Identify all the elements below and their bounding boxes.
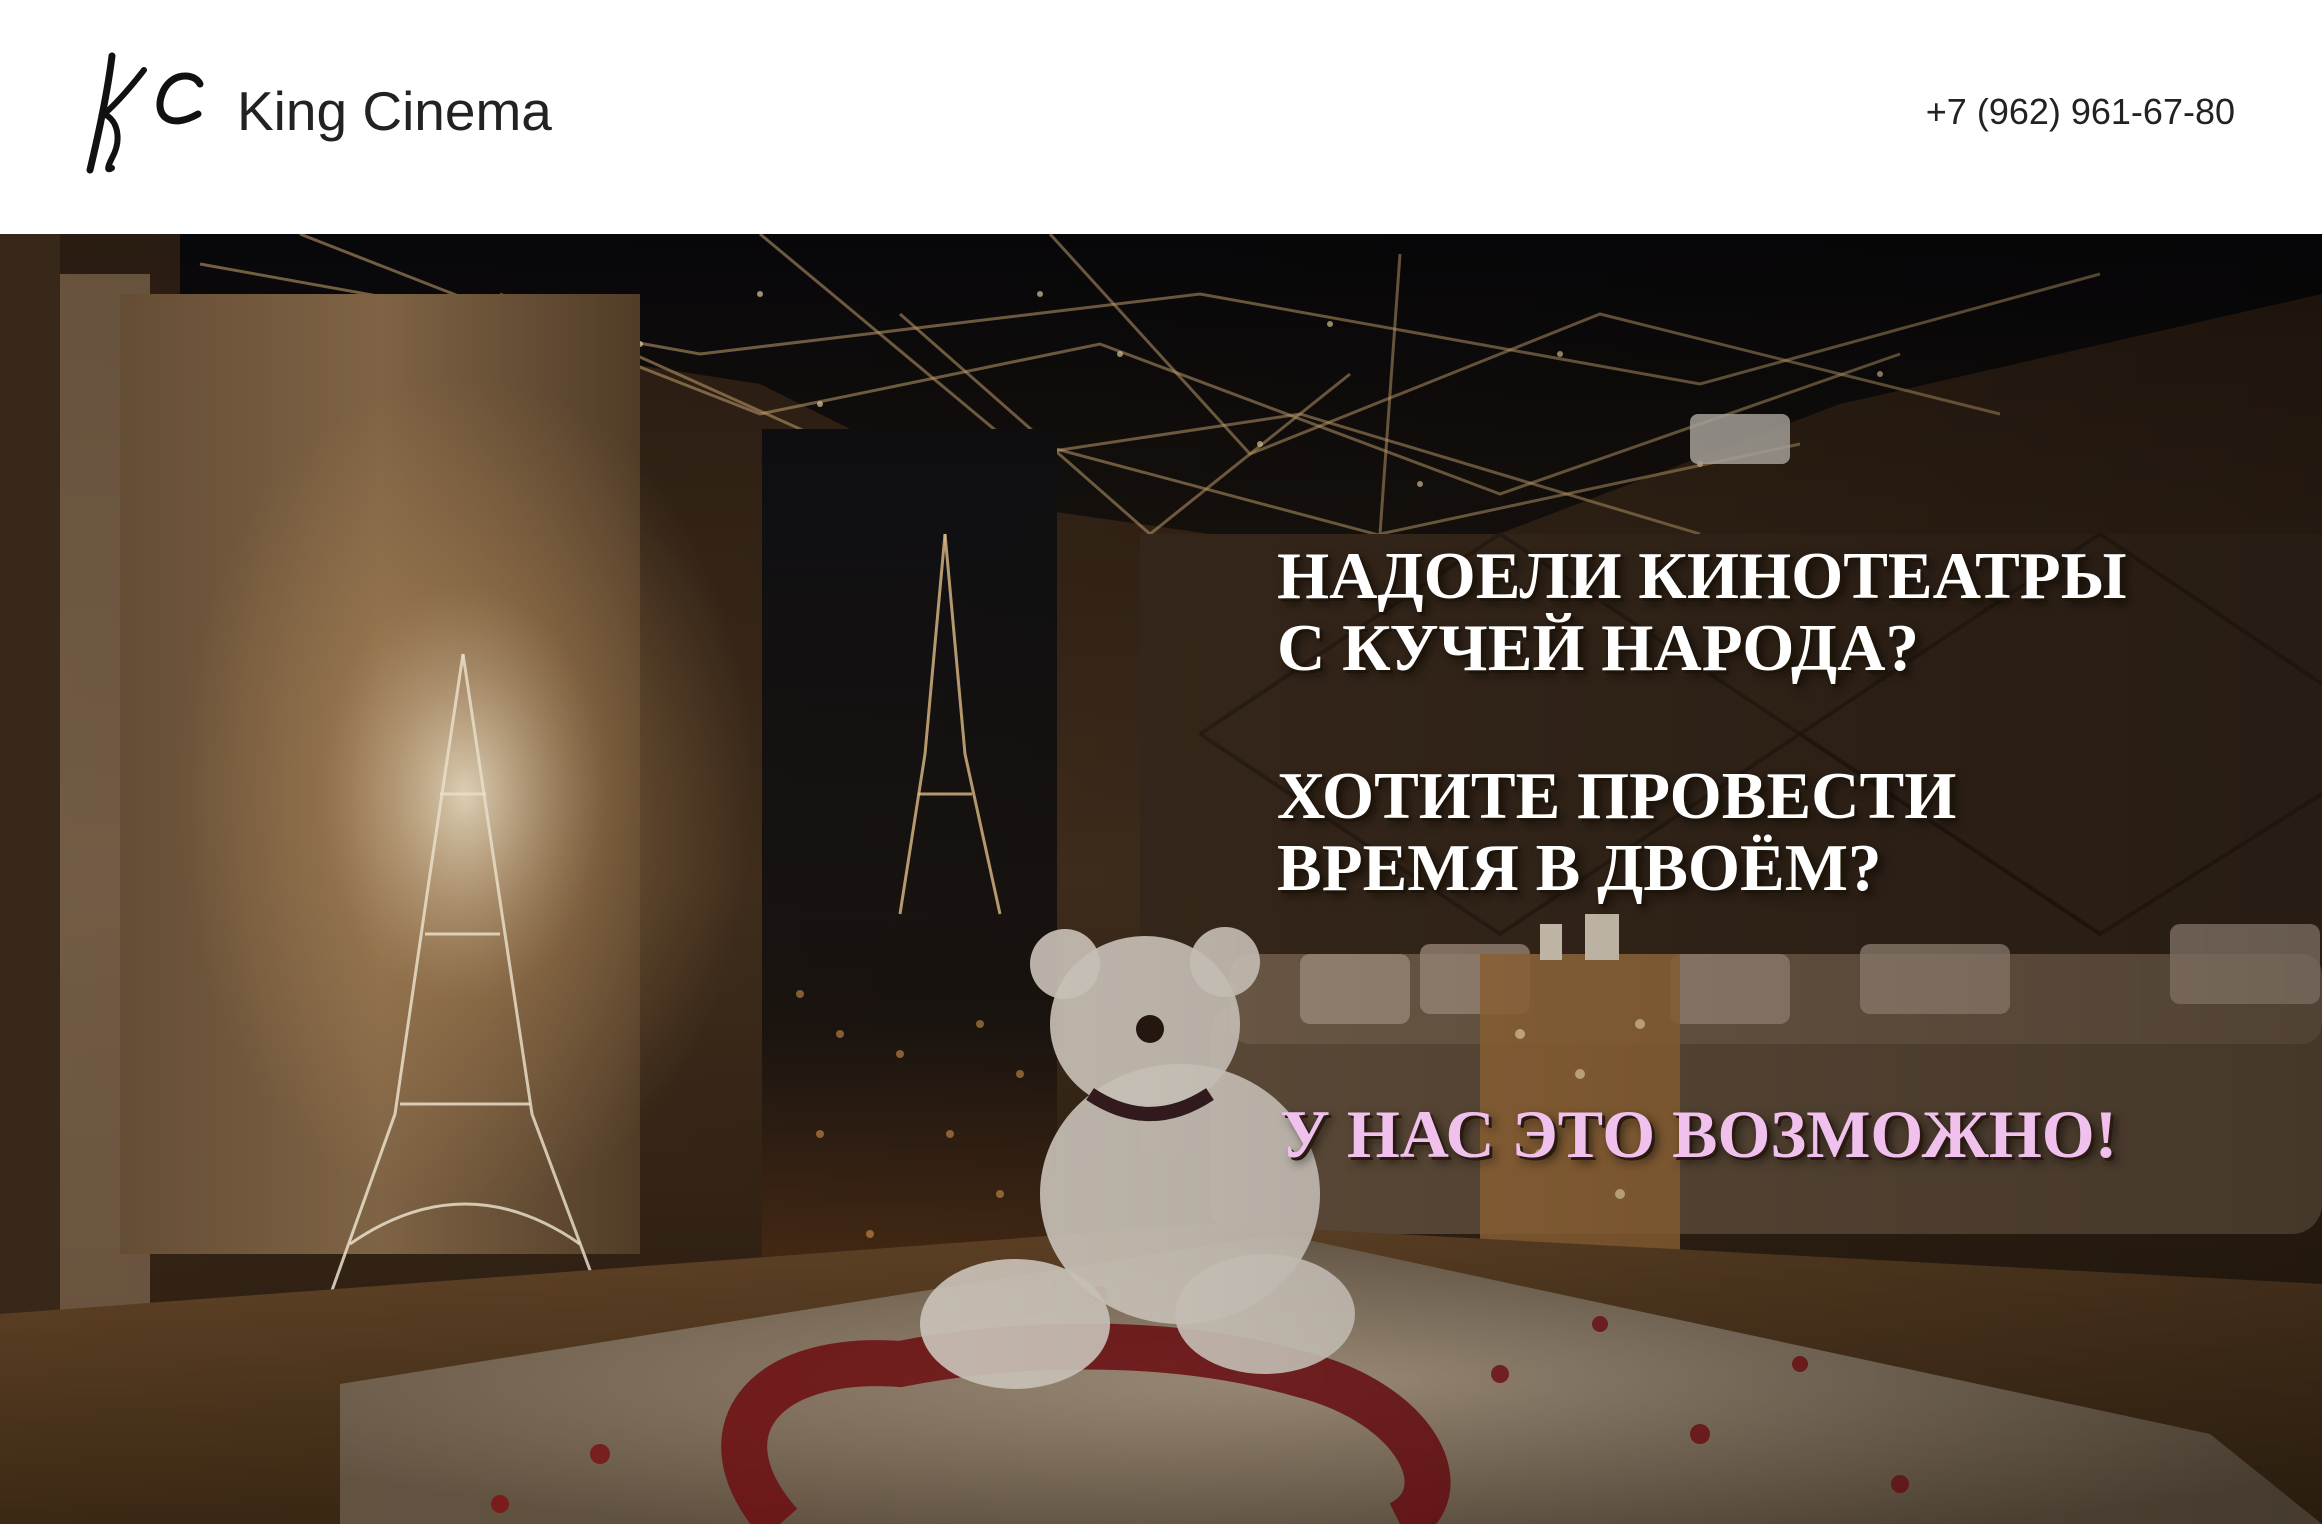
headline-line: НАДОЕЛИ КИНОТЕАТРЫ bbox=[1277, 539, 2127, 613]
site-header: King Cinema +7 (962) 961-67-80 bbox=[0, 0, 2322, 234]
hero-background-image bbox=[0, 234, 2322, 1524]
hero-section: НАДОЕЛИ КИНОТЕАТРЫ С КУЧЕЙ НАРОДА? ХОТИТ… bbox=[0, 234, 2322, 1524]
phone-number-link[interactable]: +7 (962) 961-67-80 bbox=[1926, 90, 2235, 134]
hero-cta-tagline: У НАС ЭТО ВОЗМОЖНО! bbox=[1280, 1096, 2118, 1172]
hero-headline-crowded-cinemas: НАДОЕЛИ КИНОТЕАТРЫ С КУЧЕЙ НАРОДА? bbox=[1277, 540, 2127, 684]
brand-name[interactable]: King Cinema bbox=[237, 76, 552, 146]
hero-headline-time-together: ХОТИТЕ ПРОВЕСТИ ВРЕМЯ В ДВОЁМ? bbox=[1277, 760, 1956, 904]
king-cinema-logo-icon[interactable] bbox=[82, 48, 212, 178]
headline-line: С КУЧЕЙ НАРОДА? bbox=[1277, 611, 1920, 685]
headline-line: ХОТИТЕ ПРОВЕСТИ bbox=[1277, 759, 1957, 833]
headline-line: ВРЕМЯ В ДВОЁМ? bbox=[1277, 831, 1882, 905]
